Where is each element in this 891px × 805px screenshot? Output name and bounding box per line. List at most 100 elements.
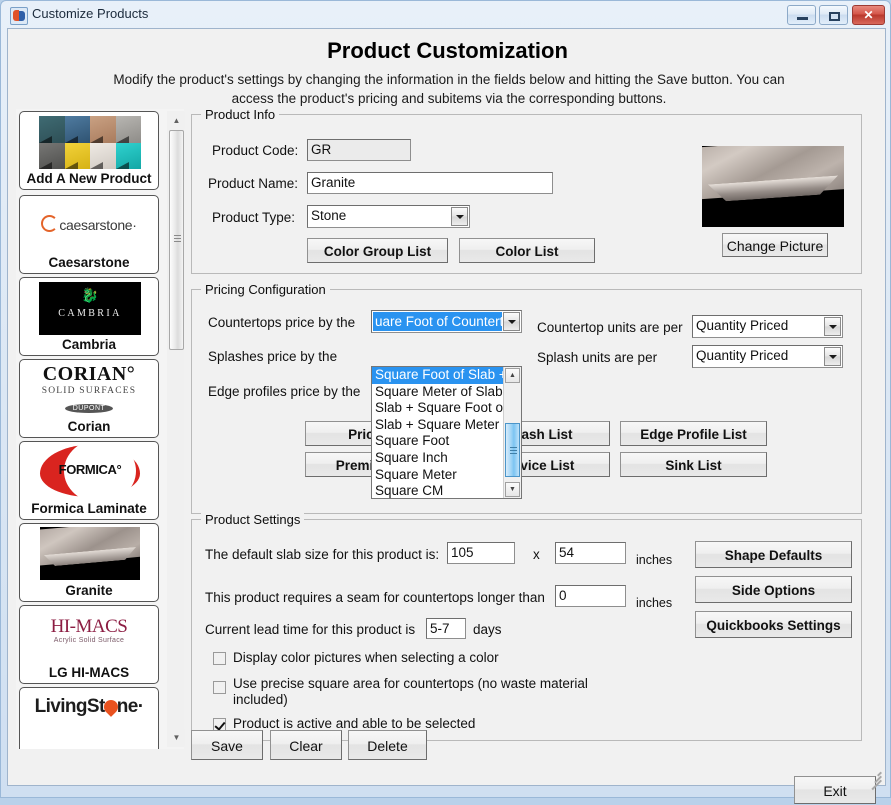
chevron-down-icon[interactable] xyxy=(824,347,841,366)
clear-button[interactable]: Clear xyxy=(270,730,342,760)
product-type-value: Stone xyxy=(311,208,347,223)
granite-thumbnail-image xyxy=(40,527,140,580)
formica-logo-icon: FORMICA° xyxy=(34,445,146,497)
close-icon: ✕ xyxy=(863,8,874,22)
sidebar-item-livingstone[interactable]: LivingSt ne· LivingStone xyxy=(19,687,159,749)
dragon-icon: 🐉 xyxy=(81,287,99,303)
scroll-down-icon[interactable]: ▼ xyxy=(168,729,185,746)
dupont-badge-text: DUPONT xyxy=(64,404,114,413)
sidebar-item-label: Cambria xyxy=(61,337,117,352)
countertop-units-value: Quantity Priced xyxy=(696,318,789,333)
sink-list-button[interactable]: Sink List xyxy=(620,452,767,477)
countertop-units-select[interactable]: Quantity Priced xyxy=(692,315,843,338)
product-name-input[interactable]: Granite xyxy=(307,172,553,194)
minimize-button[interactable] xyxy=(787,5,816,25)
side-options-button[interactable]: Side Options xyxy=(695,576,852,603)
dropdown-option[interactable]: Square Meter of Slab + xyxy=(372,384,521,401)
himacs-logo-text: HI-MACS xyxy=(50,616,128,637)
product-picture xyxy=(702,146,844,227)
chevron-down-icon[interactable] xyxy=(451,207,468,226)
dropdown-option[interactable]: Slab + Square Meter of xyxy=(372,417,521,434)
product-settings-legend: Product Settings xyxy=(201,512,305,527)
shape-defaults-button[interactable]: Shape Defaults xyxy=(695,541,852,568)
dropdown-option[interactable]: Square Foot xyxy=(372,433,521,450)
sidebar-item-label: Corian xyxy=(67,419,111,434)
delete-button[interactable]: Delete xyxy=(348,730,427,760)
sidebar-item-granite[interactable]: Granite xyxy=(19,523,159,602)
sidebar-item-label: Granite xyxy=(65,583,113,598)
sidebar-item-label: Formica Laminate xyxy=(31,501,147,516)
dropdown-scrollbar[interactable]: ▲ ▼ xyxy=(503,367,521,498)
scroll-down-icon[interactable]: ▼ xyxy=(505,482,520,497)
save-button[interactable]: Save xyxy=(191,730,263,760)
chevron-down-icon[interactable] xyxy=(503,312,520,331)
dropdown-option[interactable]: Square Foot of Slab + S xyxy=(372,367,521,384)
color-group-list-button[interactable]: Color Group List xyxy=(307,238,448,263)
edge-profiles-price-label: Edge profiles price by the xyxy=(208,384,361,399)
chevron-down-icon[interactable] xyxy=(824,317,841,336)
countertops-price-label: Countertops price by the xyxy=(208,315,356,330)
change-picture-button[interactable]: Change Picture xyxy=(722,233,828,257)
edge-profile-list-button[interactable]: Edge Profile List xyxy=(620,421,767,446)
product-swatches-icon xyxy=(39,116,141,169)
splashes-price-label: Splashes price by the xyxy=(208,349,338,364)
scrollbar-thumb[interactable] xyxy=(169,130,184,350)
sidebar-item-corian[interactable]: CORIAN° SOLID SURFACES DUPONT Corian xyxy=(19,359,159,438)
sidebar-item-lg-hi-macs[interactable]: HI-MACS Acrylic Solid Surface LG HI-MACS xyxy=(19,605,159,684)
checkbox-precise-square-area[interactable] xyxy=(213,681,226,694)
livingstone-logo-text-part1: LivingSt xyxy=(34,696,106,717)
countertops-price-value: uare Foot of Countertop xyxy=(373,312,502,331)
color-list-button[interactable]: Color List xyxy=(459,238,595,263)
slab-height-input[interactable]: 54 xyxy=(555,542,626,564)
seam-units-label: inches xyxy=(636,596,673,610)
lead-time-input[interactable]: 5-7 xyxy=(426,618,466,639)
product-code-input[interactable]: GR xyxy=(307,139,411,161)
maximize-icon xyxy=(829,12,840,21)
scrollbar-thumb[interactable] xyxy=(505,423,520,477)
product-code-label: Product Code: xyxy=(212,143,299,158)
splash-units-value: Quantity Priced xyxy=(696,348,789,363)
sidebar-item-label: LivingStone xyxy=(20,747,158,749)
corian-logo-text: CORIAN° xyxy=(42,363,136,385)
dropdown-option[interactable]: Square CM xyxy=(372,483,521,498)
quickbooks-settings-button[interactable]: Quickbooks Settings xyxy=(695,611,852,638)
product-name-label: Product Name: xyxy=(208,176,299,191)
sidebar-item-caesarstone[interactable]: caesarstone· Caesarstone xyxy=(19,195,159,274)
sidebar-item-cambria[interactable]: 🐉 CAMBRIA Cambria xyxy=(19,277,159,356)
app-icon xyxy=(10,7,28,25)
sidebar-scrollbar[interactable]: ▲ ▼ xyxy=(167,111,185,747)
dropdown-option[interactable]: Square Inch xyxy=(372,450,521,467)
caesarstone-logo-text: caesarstone· xyxy=(59,217,137,233)
dupont-badge-icon: DUPONT xyxy=(20,398,158,413)
page-title: Product Customization xyxy=(327,38,568,63)
pricing-configuration-legend: Pricing Configuration xyxy=(201,282,330,297)
sidebar-item-label: Add A New Product xyxy=(26,171,152,186)
lead-time-label: Current lead time for this product is xyxy=(205,622,416,637)
window-title: Customize Products xyxy=(32,6,149,21)
exit-button[interactable]: Exit xyxy=(794,776,876,804)
scroll-up-icon[interactable]: ▲ xyxy=(168,112,185,129)
countertops-price-dropdown-list[interactable]: Square Foot of Slab + S Square Meter of … xyxy=(371,366,522,499)
formica-logo-text: FORMICA° xyxy=(58,462,122,477)
product-type-select[interactable]: Stone xyxy=(307,205,470,228)
countertops-price-select[interactable]: uare Foot of Countertop xyxy=(371,310,522,333)
minimize-icon xyxy=(797,17,808,20)
product-list-sidebar[interactable]: Add A New Product caesarstone· Caesarsto… xyxy=(16,109,184,749)
slab-size-label: The default slab size for this product i… xyxy=(205,547,440,562)
dropdown-option[interactable]: Square Meter xyxy=(372,467,521,484)
sidebar-item-formica-laminate[interactable]: FORMICA° Formica Laminate xyxy=(19,441,159,520)
sidebar-item-add-new-product[interactable]: Add A New Product xyxy=(19,111,159,190)
dropdown-option[interactable]: Slab + Square Foot of C xyxy=(372,400,521,417)
slab-width-input[interactable]: 105 xyxy=(447,542,515,564)
resize-grip-icon[interactable] xyxy=(869,769,882,791)
sidebar-item-label: Caesarstone xyxy=(48,255,130,270)
seam-length-input[interactable]: 0 xyxy=(555,585,626,607)
splash-units-select[interactable]: Quantity Priced xyxy=(692,345,843,368)
sidebar-item-label: LG HI-MACS xyxy=(48,665,130,680)
title-bar: Customize Products ✕ xyxy=(1,1,891,28)
scroll-up-icon[interactable]: ▲ xyxy=(505,368,520,383)
checkbox-display-color-pictures[interactable] xyxy=(213,652,226,665)
page-description: Modify the product's settings by changin… xyxy=(113,72,785,106)
maximize-button[interactable] xyxy=(819,5,848,25)
close-button[interactable]: ✕ xyxy=(852,5,885,25)
